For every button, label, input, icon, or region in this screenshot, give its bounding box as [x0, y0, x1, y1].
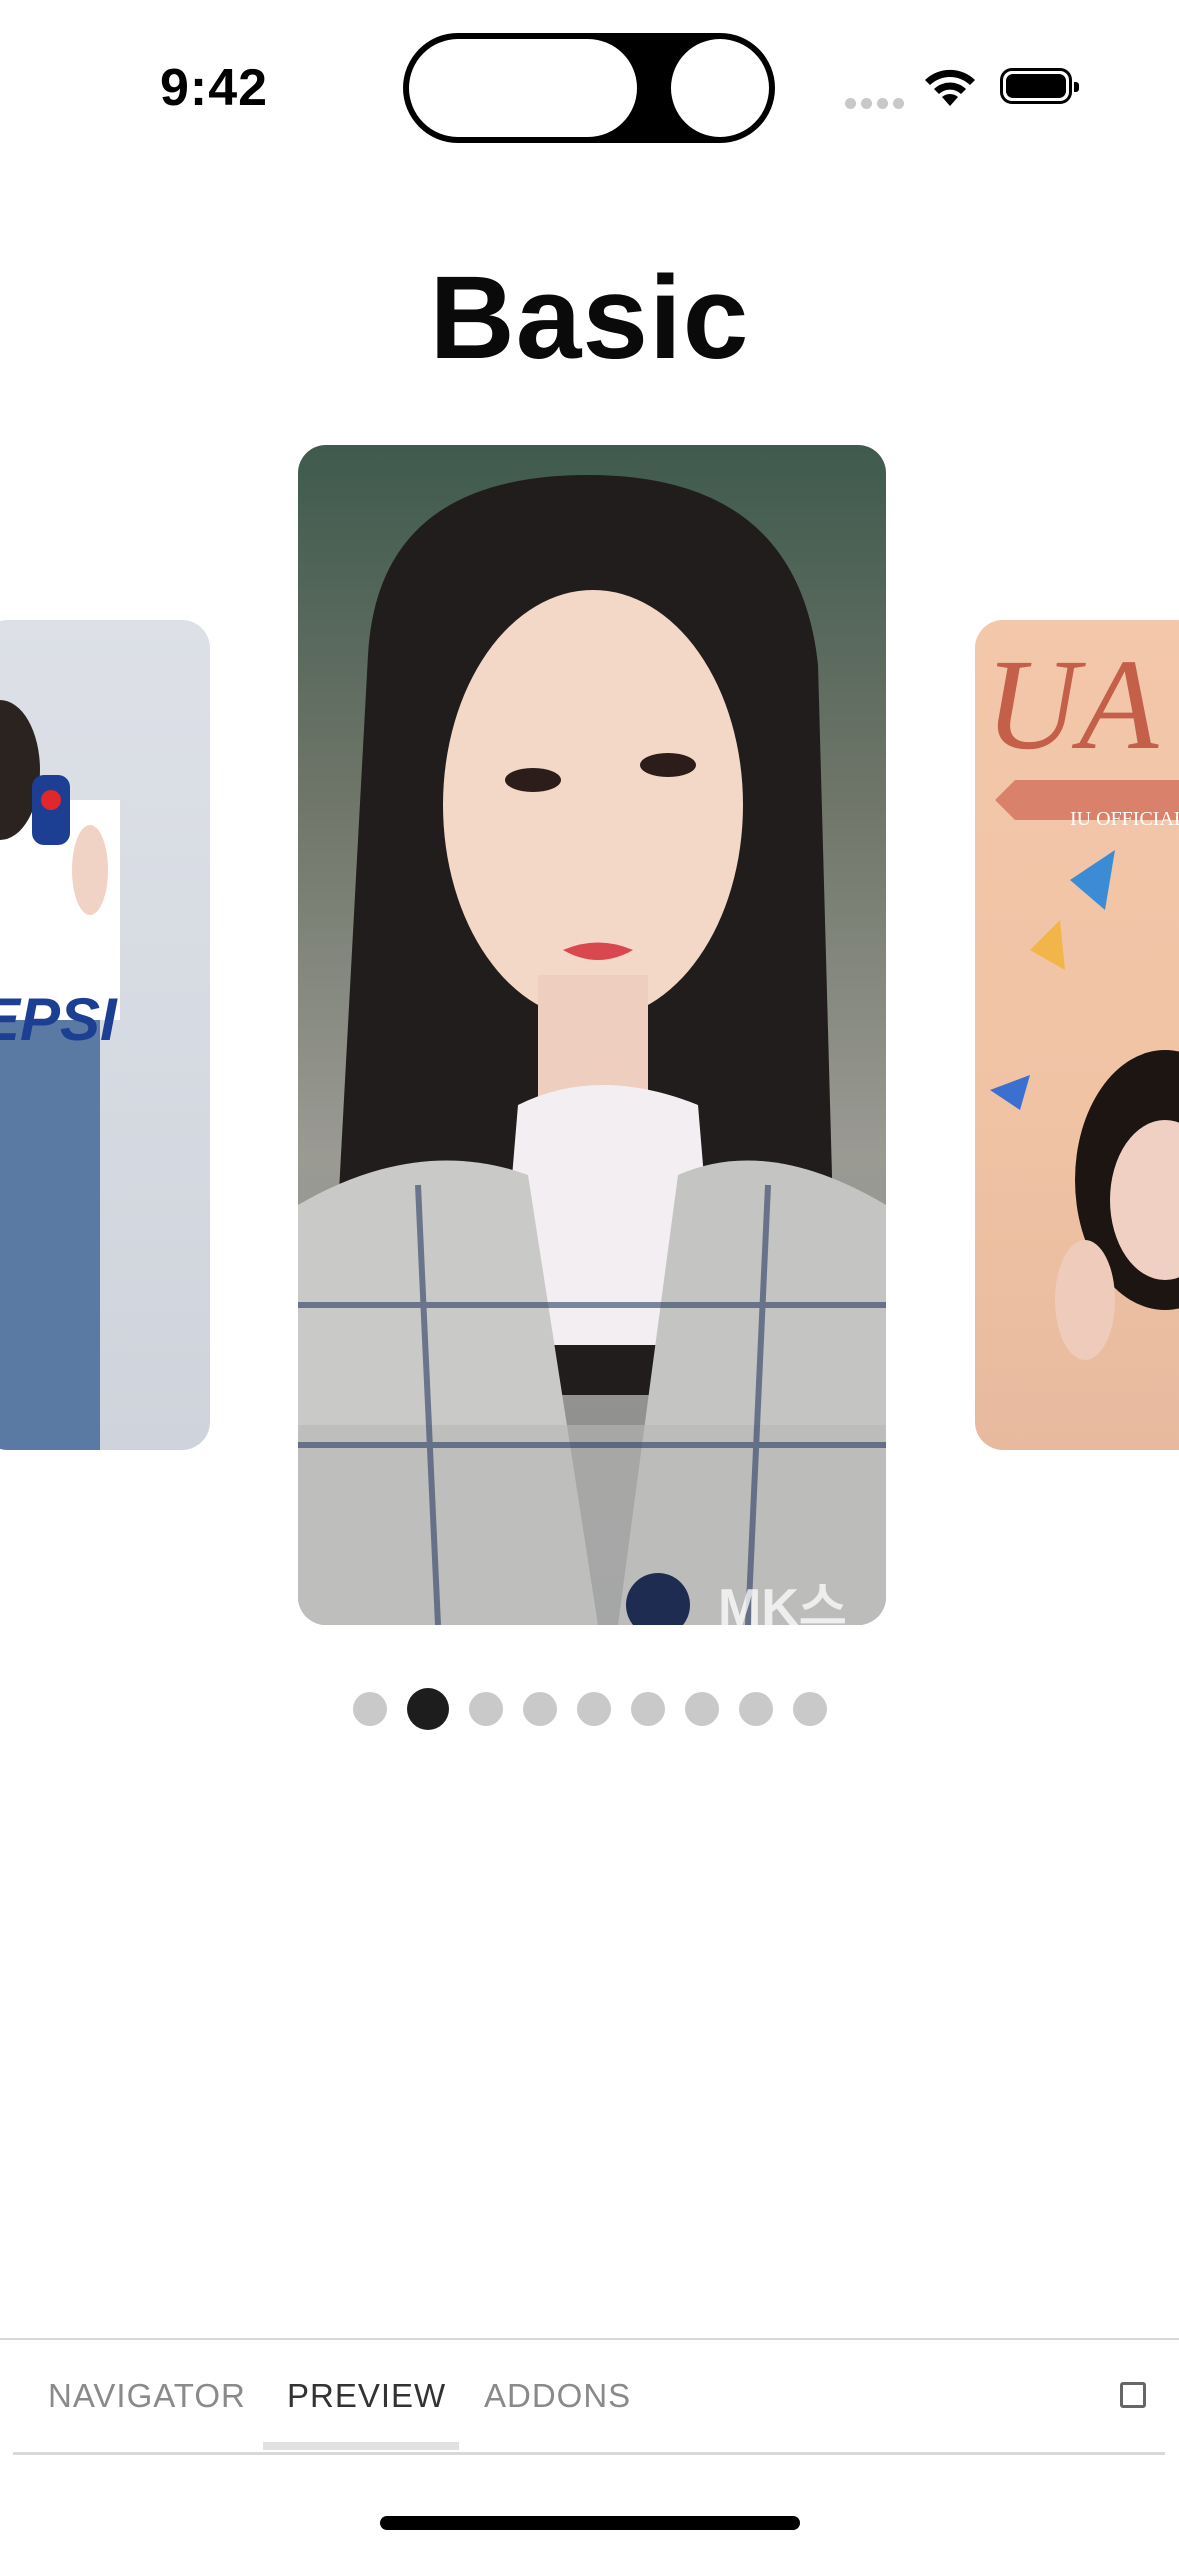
- wifi-icon: [925, 69, 975, 106]
- status-time: 9:42: [160, 59, 269, 117]
- tab-preview[interactable]: PREVIEW: [287, 2340, 446, 2452]
- page-dot[interactable]: [576, 1692, 611, 1726]
- active-tab-indicator: [263, 2442, 459, 2450]
- battery-icon: [1000, 68, 1079, 104]
- tab-navigator[interactable]: NAVIGATOR: [48, 2340, 246, 2452]
- carousel-card-center[interactable]: MK스: [298, 445, 886, 1625]
- card-right-title: UA: [985, 633, 1159, 777]
- page-dot-active[interactable]: [406, 1688, 449, 1730]
- page-dot[interactable]: [738, 1692, 773, 1726]
- dynamic-island: [403, 33, 775, 143]
- card-left-text: EPSI: [0, 986, 117, 1053]
- addons-panel-bar: NAVIGATOR PREVIEW ADDONS: [0, 2338, 1179, 2455]
- page-dot[interactable]: [630, 1692, 665, 1726]
- cellular-signal-icon: [845, 96, 909, 114]
- page-dot[interactable]: [792, 1692, 827, 1726]
- divider: [13, 2452, 1165, 2455]
- page-dot[interactable]: [352, 1692, 387, 1726]
- card-right-banner: IU OFFICIAL: [1070, 808, 1179, 830]
- card-center-watermark: MK스: [718, 1579, 847, 1625]
- page-indicator[interactable]: [0, 1688, 1179, 1730]
- page-dot[interactable]: [684, 1692, 719, 1726]
- page-dot[interactable]: [522, 1692, 557, 1726]
- toggle-panel-icon[interactable]: [1120, 2382, 1146, 2408]
- carousel-card-right[interactable]: UA IU OFFICIAL: [975, 620, 1179, 1450]
- page-title: Basic: [429, 252, 750, 384]
- tab-addons[interactable]: ADDONS: [484, 2340, 631, 2452]
- carousel-card-left[interactable]: EPSI: [0, 620, 210, 1450]
- page-dot[interactable]: [468, 1692, 503, 1726]
- home-indicator[interactable]: [380, 2516, 800, 2530]
